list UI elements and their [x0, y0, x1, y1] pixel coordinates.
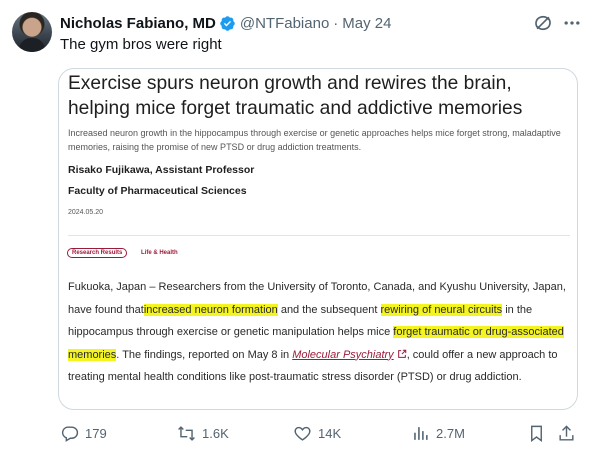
share-icon	[559, 424, 574, 441]
article-date: 2024.05.20	[68, 209, 104, 216]
article-title: Exercise spurs neuron growth and rewires…	[68, 73, 523, 119]
retweet-count: 1.6K	[202, 425, 229, 441]
body-text: . The findings, reported on May 8 in	[116, 348, 293, 361]
journal-link: Molecular Psychiatry	[292, 348, 394, 361]
verified-badge-icon	[220, 15, 235, 31]
external-link-icon	[397, 349, 406, 358]
share-button[interactable]	[557, 422, 576, 444]
retweet-icon	[178, 425, 195, 441]
like-icon	[294, 426, 311, 441]
tweet-actions: 179 1.6K 14K 2.7M	[60, 422, 580, 444]
more-icon[interactable]	[562, 13, 582, 33]
body-text: and the subsequent	[277, 303, 381, 316]
views-button[interactable]: 2.7M	[411, 422, 465, 444]
tag-life-health: Life & Health	[141, 250, 178, 256]
author-handle[interactable]: @NTFabiano	[240, 15, 329, 32]
reply-button[interactable]: 179	[60, 422, 107, 444]
tweet-text: The gym bros were right	[60, 36, 222, 53]
tweet-header: Nicholas Fabiano, MD @NTFabiano · May 24	[60, 13, 392, 33]
retweet-button[interactable]: 1.6K	[177, 422, 229, 444]
tweet-date[interactable]: May 24	[342, 15, 391, 32]
reply-icon	[61, 425, 79, 442]
attached-image-card[interactable]: Exercise spurs neuron growth and rewires…	[58, 68, 578, 410]
article-body: Fukuoka, Japan – Researchers from the Un…	[68, 276, 572, 389]
reply-count: 179	[85, 425, 107, 441]
highlighted-text: increased neuron formation	[143, 303, 278, 316]
article-author: Risako Fujikawa, Assistant Professor	[68, 164, 255, 176]
grok-icon[interactable]	[533, 13, 553, 33]
article-faculty: Faculty of Pharmaceutical Sciences	[68, 185, 247, 197]
highlighted-text: rewiring of neural circuits	[380, 303, 503, 316]
article-divider	[68, 235, 570, 236]
bookmark-button[interactable]	[527, 422, 546, 444]
article-subtitle: Increased neuron growth in the hippocamp…	[68, 128, 561, 152]
avatar[interactable]	[12, 12, 52, 52]
author-name[interactable]: Nicholas Fabiano, MD	[60, 15, 216, 32]
like-count: 14K	[318, 425, 342, 441]
bookmark-icon	[531, 425, 542, 442]
tag-research-results: Research Results	[67, 248, 128, 258]
separator-dot: ·	[333, 14, 339, 32]
views-icon	[414, 426, 428, 440]
like-button[interactable]: 14K	[293, 422, 341, 444]
view-count: 2.7M	[436, 425, 465, 441]
